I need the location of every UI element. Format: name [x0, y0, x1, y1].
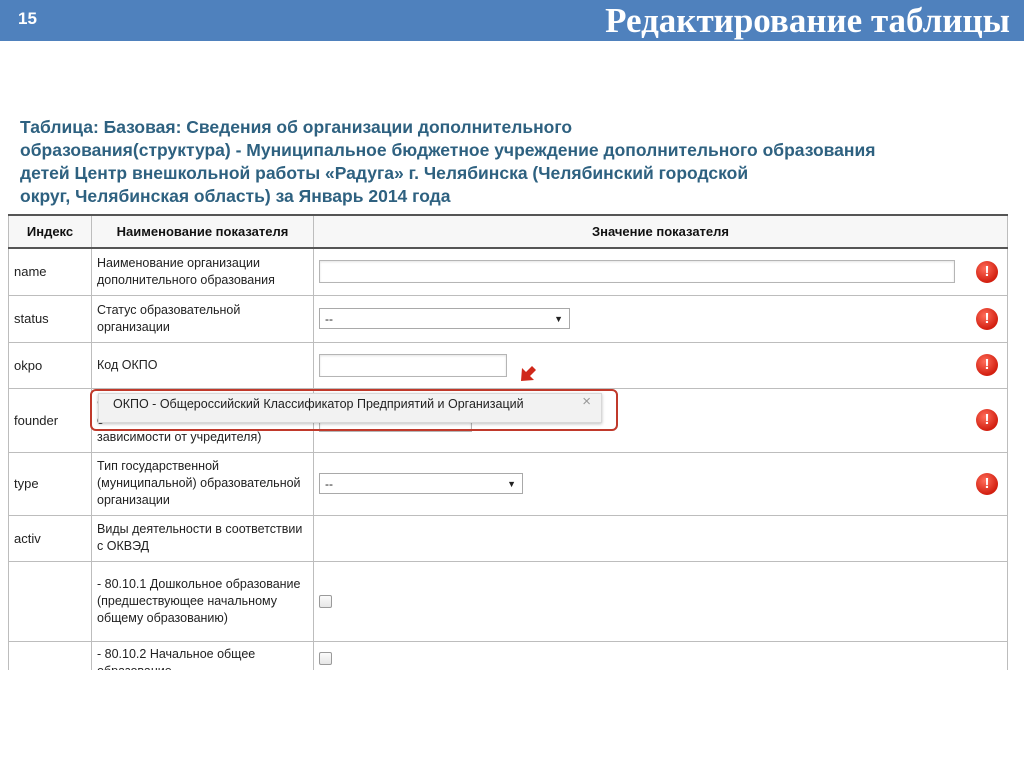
caption-line: образования(структура) - Муниципальное б… [20, 140, 876, 160]
row-index [8, 640, 92, 670]
row-label: Тип государственной (муниципальной) обра… [91, 451, 314, 516]
row-index: okpo [8, 341, 92, 389]
row-value-cell [313, 640, 1008, 670]
caption-line: округ, Челябинская область) за Январь 20… [20, 186, 451, 206]
row-value-cell: -- ▼ ! [313, 451, 1008, 516]
table-row: - 80.10.2 Начальное общее образование [8, 640, 1008, 670]
column-header-value: Значение показателя [313, 214, 1008, 249]
row-value-cell [313, 560, 1008, 642]
caption-line: детей Центр внешкольной работы «Радуга» … [20, 163, 749, 183]
exclamation-circle-icon[interactable]: ! [976, 409, 998, 431]
exclamation-circle-icon[interactable]: ! [976, 307, 998, 330]
table-caption: Таблица: Базовая: Сведения об организаци… [20, 116, 1010, 208]
name-input[interactable] [319, 260, 955, 284]
row-label: Статус образовательной организации [91, 294, 314, 343]
exclamation-circle-icon[interactable]: ! [976, 354, 998, 376]
table-row: status Статус образовательной организаци… [8, 294, 1008, 343]
row-label: Код ОКПО [91, 341, 314, 389]
table-row: type Тип государственной (муниципальной)… [8, 451, 1008, 516]
chevron-down-icon: ▼ [554, 314, 563, 324]
status-select[interactable]: -- ▼ [319, 308, 570, 329]
okpo-tooltip: ОКПО - Общероссийский Классификатор Пред… [98, 393, 602, 423]
row-value-cell [313, 514, 1008, 562]
row-index: activ [8, 514, 92, 562]
column-header-name: Наименование показателя [91, 214, 314, 249]
row-label: Наименование организации дополнительного… [91, 247, 314, 296]
row-index: founder [8, 387, 92, 453]
arrow-pointer-icon [521, 366, 536, 381]
row-value-cell: ! [313, 247, 1008, 296]
slide-title: Редактирование таблицы [605, 1, 1010, 40]
row-value-cell: -- ▼ ! [313, 294, 1008, 343]
close-icon[interactable]: × [582, 392, 591, 412]
activity-checkbox[interactable] [319, 651, 332, 665]
exclamation-circle-icon[interactable]: ! [976, 260, 998, 283]
row-label-line: зависимости от учредителя) [97, 429, 262, 444]
okpo-tooltip-highlight: ОКПО - Общероссийский Классификатор Пред… [90, 389, 618, 431]
row-value-cell: ! [313, 341, 1008, 389]
indicator-table: Индекс Наименование показателя Значение … [8, 214, 1008, 670]
slide-header-bar: 15 Редактирование таблицы [0, 0, 1024, 41]
type-select-value: -- [325, 477, 333, 491]
row-index: type [8, 451, 92, 516]
tooltip-text: ОКПО - Общероссийский Классификатор Пред… [113, 397, 524, 411]
row-index: name [8, 247, 92, 296]
activity-checkbox[interactable] [319, 595, 332, 609]
table-row: name Наименование организации дополнител… [8, 247, 1008, 296]
table-row: activ Виды деятельности в соответствии с… [8, 514, 1008, 562]
column-header-index: Индекс [8, 214, 92, 249]
row-index [8, 560, 92, 642]
row-label: - 80.10.2 Начальное общее образование [91, 640, 314, 670]
table-row: okpo Код ОКПО ! [8, 341, 1008, 389]
type-select[interactable]: -- ▼ [319, 473, 523, 494]
exclamation-circle-icon[interactable]: ! [976, 472, 998, 495]
okpo-input[interactable] [319, 353, 507, 377]
table-row: - 80.10.1 Дошкольное образование (предше… [8, 560, 1008, 642]
chevron-down-icon: ▼ [507, 479, 516, 489]
caption-line: Таблица: Базовая: Сведения об организаци… [20, 117, 573, 137]
row-label: - 80.10.1 Дошкольное образование (предше… [91, 560, 314, 642]
row-label: Виды деятельности в соответствии с ОКВЭД [91, 514, 314, 562]
slide-number: 15 [18, 9, 37, 28]
row-index: status [8, 294, 92, 343]
status-select-value: -- [325, 312, 333, 326]
table-viewport[interactable]: Индекс Наименование показателя Значение … [8, 214, 1008, 670]
